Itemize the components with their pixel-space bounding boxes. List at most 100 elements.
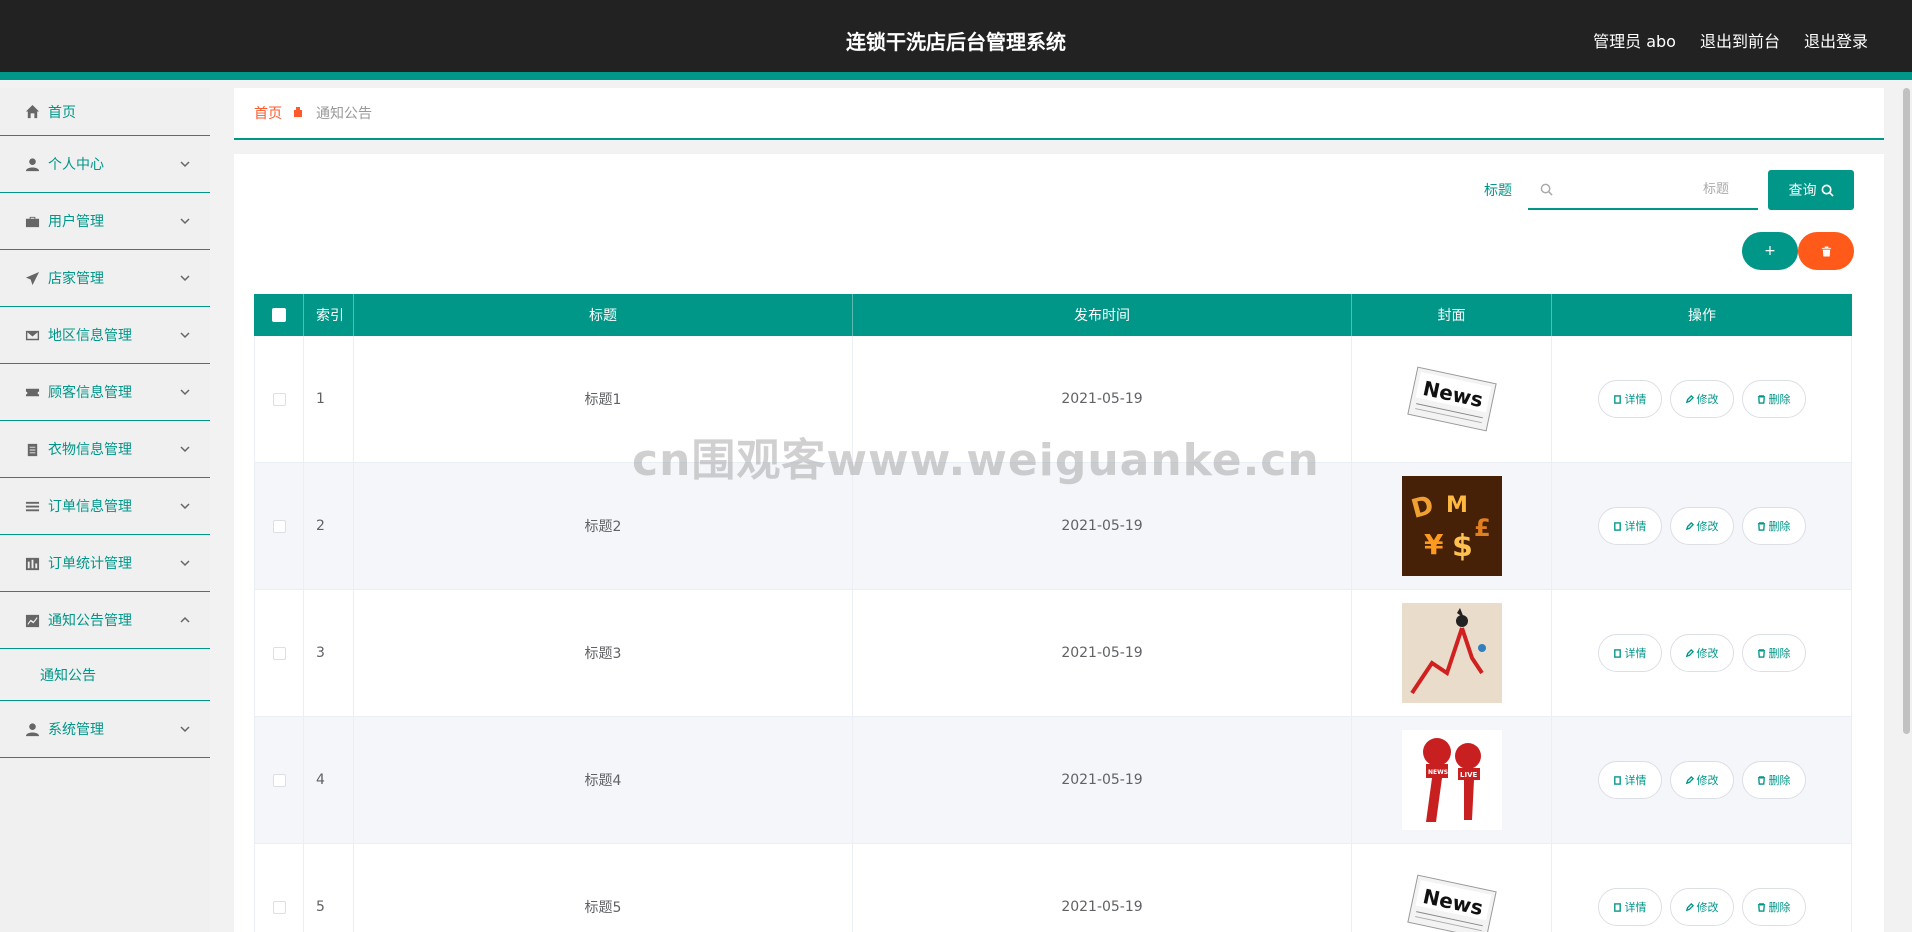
pencil-icon (1685, 775, 1694, 784)
row-index: 1 (304, 336, 354, 462)
row-ops: 详情 修改 删除 (1552, 844, 1852, 932)
delete-button[interactable]: 删除 (1741, 507, 1806, 545)
document-icon (1613, 648, 1621, 658)
row-checkbox[interactable] (272, 519, 286, 533)
breadcrumb-separator-icon (292, 106, 306, 120)
document-icon (1613, 902, 1621, 912)
trash-icon (1757, 775, 1765, 785)
sidebar-item-label: 衣物信息管理 (48, 442, 132, 458)
logout-link[interactable]: 退出登录 (1804, 28, 1868, 52)
detail-button[interactable]: 详情 (1597, 380, 1662, 418)
page-scrollbar[interactable] (1900, 88, 1912, 932)
detail-button[interactable]: 详情 (1597, 634, 1662, 672)
scrollbar-thumb[interactable] (1903, 88, 1910, 734)
row-checkbox[interactable] (272, 646, 286, 660)
sidebar: 首页 个人中心 用户管理 店家管理 地区信息管理 顾客信息管理 衣物信息管理 订… (0, 88, 210, 932)
delete-label: 删除 (1768, 393, 1791, 406)
chevron-down-icon (180, 722, 190, 733)
query-button[interactable]: 查询 (1768, 170, 1854, 210)
sidebar-item-order-stats[interactable]: 订单统计管理 (0, 535, 210, 592)
detail-button[interactable]: 详情 (1597, 507, 1662, 545)
chevron-down-icon (180, 328, 190, 339)
detail-button[interactable]: 详情 (1597, 888, 1662, 926)
list-icon (24, 498, 40, 514)
detail-label: 详情 (1624, 774, 1647, 787)
sidebar-item-notices[interactable]: 通知公告管理 (0, 592, 210, 649)
delete-button[interactable]: 删除 (1741, 634, 1806, 672)
home-icon (24, 104, 40, 120)
cover-image-chart (1401, 603, 1502, 703)
sidebar-item-customers[interactable]: 顾客信息管理 (0, 364, 210, 421)
row-checkbox[interactable] (272, 900, 286, 914)
svg-text:£: £ (1474, 514, 1491, 542)
row-select (254, 590, 304, 716)
search-icon (1540, 183, 1553, 196)
delete-label: 删除 (1768, 901, 1791, 914)
sidebar-item-stores[interactable]: 店家管理 (0, 250, 210, 307)
edit-button[interactable]: 修改 (1669, 888, 1734, 926)
delete-button[interactable]: 删除 (1741, 761, 1806, 799)
document-icon (1613, 521, 1621, 531)
sidebar-item-regions[interactable]: 地区信息管理 (0, 307, 210, 364)
row-select (254, 717, 304, 843)
sidebar-item-clothes[interactable]: 衣物信息管理 (0, 421, 210, 478)
row-title: 标题4 (354, 717, 853, 843)
header-actions: 管理员 abo 退出到前台 退出登录 (1593, 28, 1868, 52)
row-time: 2021-05-19 (853, 844, 1352, 932)
trash-icon (1757, 902, 1765, 912)
row-index: 4 (304, 717, 354, 843)
ticket-icon (24, 384, 40, 400)
detail-label: 详情 (1624, 901, 1647, 914)
cover-image-news: News (1402, 349, 1502, 449)
chevron-up-icon (180, 613, 190, 623)
sidebar-item-label: 用户管理 (48, 214, 104, 230)
send-icon (24, 270, 40, 286)
row-ops: 详情 修改 删除 (1552, 717, 1852, 843)
sidebar-item-personal[interactable]: 个人中心 (0, 136, 210, 193)
edit-button[interactable]: 修改 (1669, 634, 1734, 672)
row-cover: LIVE NEWS (1352, 717, 1552, 843)
breadcrumb-home[interactable]: 首页 (254, 103, 282, 123)
clipboard-icon (24, 441, 40, 457)
delete-label: 删除 (1768, 774, 1791, 787)
row-select (254, 336, 304, 462)
detail-button[interactable]: 详情 (1597, 761, 1662, 799)
row-checkbox[interactable] (272, 773, 286, 787)
search-input[interactable] (1559, 181, 1729, 197)
row-ops-group: 详情 修改 删除 (1597, 888, 1806, 926)
sidebar-item-system[interactable]: 系统管理 (0, 701, 210, 758)
header-title: 标题 (354, 294, 853, 336)
chevron-down-icon (180, 442, 190, 453)
header-select-all[interactable] (254, 294, 304, 336)
row-ops-group: 详情 修改 删除 (1597, 507, 1806, 545)
sidebar-item-label: 通知公告管理 (48, 613, 132, 629)
content-panel: 标题 查询 + 索引 标题 发布时间 封面 操作 (234, 154, 1884, 932)
svg-text:$: $ (1452, 529, 1473, 564)
edit-button[interactable]: 修改 (1669, 761, 1734, 799)
edit-button[interactable]: 修改 (1669, 507, 1734, 545)
sidebar-item-label: 顾客信息管理 (48, 385, 132, 401)
svg-text:M: M (1446, 493, 1468, 518)
front-page-link[interactable]: 退出到前台 (1700, 28, 1780, 52)
sidebar-item-label: 订单信息管理 (48, 499, 132, 515)
edit-label: 修改 (1696, 520, 1719, 533)
top-header: 连锁干洗店后台管理系统 管理员 abo 退出到前台 退出登录 (0, 0, 1912, 80)
row-checkbox[interactable] (272, 392, 286, 406)
document-icon (1613, 775, 1621, 785)
edit-button[interactable]: 修改 (1669, 380, 1734, 418)
add-button[interactable]: + (1742, 232, 1798, 270)
row-cover: D M ¥ $ £ (1352, 463, 1552, 589)
sidebar-item-users[interactable]: 用户管理 (0, 193, 210, 250)
delete-button[interactable]: 删除 (1741, 888, 1806, 926)
search-row: 标题 查询 (1484, 170, 1854, 210)
delete-button[interactable]: 删除 (1741, 380, 1806, 418)
delete-label: 删除 (1768, 520, 1791, 533)
sidebar-item-orders[interactable]: 订单信息管理 (0, 478, 210, 535)
batch-delete-button[interactable] (1798, 232, 1854, 270)
search-box (1528, 170, 1758, 210)
sidebar-subitem-notices[interactable]: 通知公告 (0, 649, 210, 701)
search-icon (1821, 184, 1834, 197)
row-cover: News (1352, 844, 1552, 932)
sidebar-item-home[interactable]: 首页 (0, 88, 210, 136)
select-all-checkbox[interactable] (271, 308, 286, 322)
